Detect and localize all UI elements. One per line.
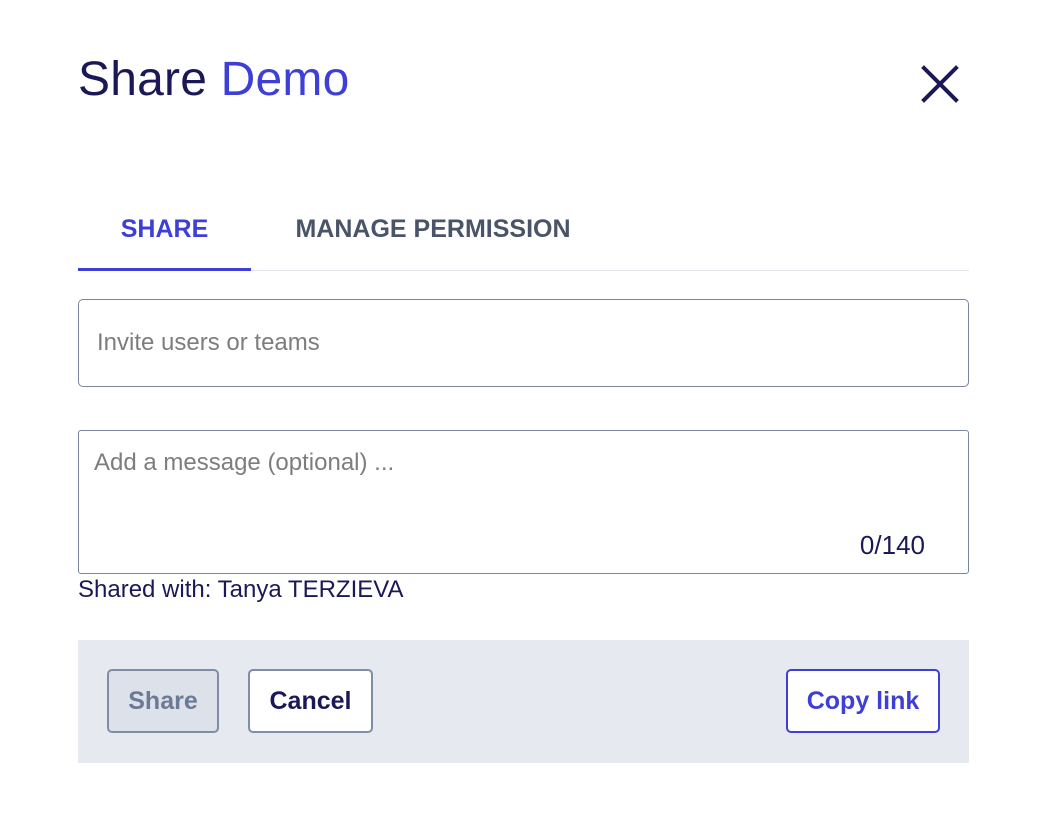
title-item-name: Demo: [220, 53, 350, 106]
close-icon: [921, 65, 959, 103]
shared-with-text: Shared with: Tanya TERZIEVA: [78, 576, 404, 603]
tab-bar: SHARE MANAGE PERMISSION: [78, 190, 969, 271]
dialog-footer: Share Cancel Copy link: [78, 640, 969, 763]
dialog-title: Share Demo: [78, 52, 349, 108]
close-button[interactable]: [918, 62, 962, 106]
message-box: 0/140: [78, 430, 969, 574]
cancel-button[interactable]: Cancel: [248, 669, 373, 733]
character-counter: 0/140: [859, 530, 925, 560]
copy-link-button[interactable]: Copy link: [786, 669, 940, 733]
share-dialog: Share Demo SHARE MANAGE PERMISSION 0/140…: [0, 0, 1046, 832]
share-button[interactable]: Share: [107, 669, 219, 733]
tab-manage-permission[interactable]: MANAGE PERMISSION: [278, 190, 588, 268]
message-textarea[interactable]: [79, 431, 968, 573]
invite-input[interactable]: [78, 299, 969, 387]
title-prefix: Share: [78, 53, 208, 106]
tab-share[interactable]: SHARE: [78, 190, 251, 271]
